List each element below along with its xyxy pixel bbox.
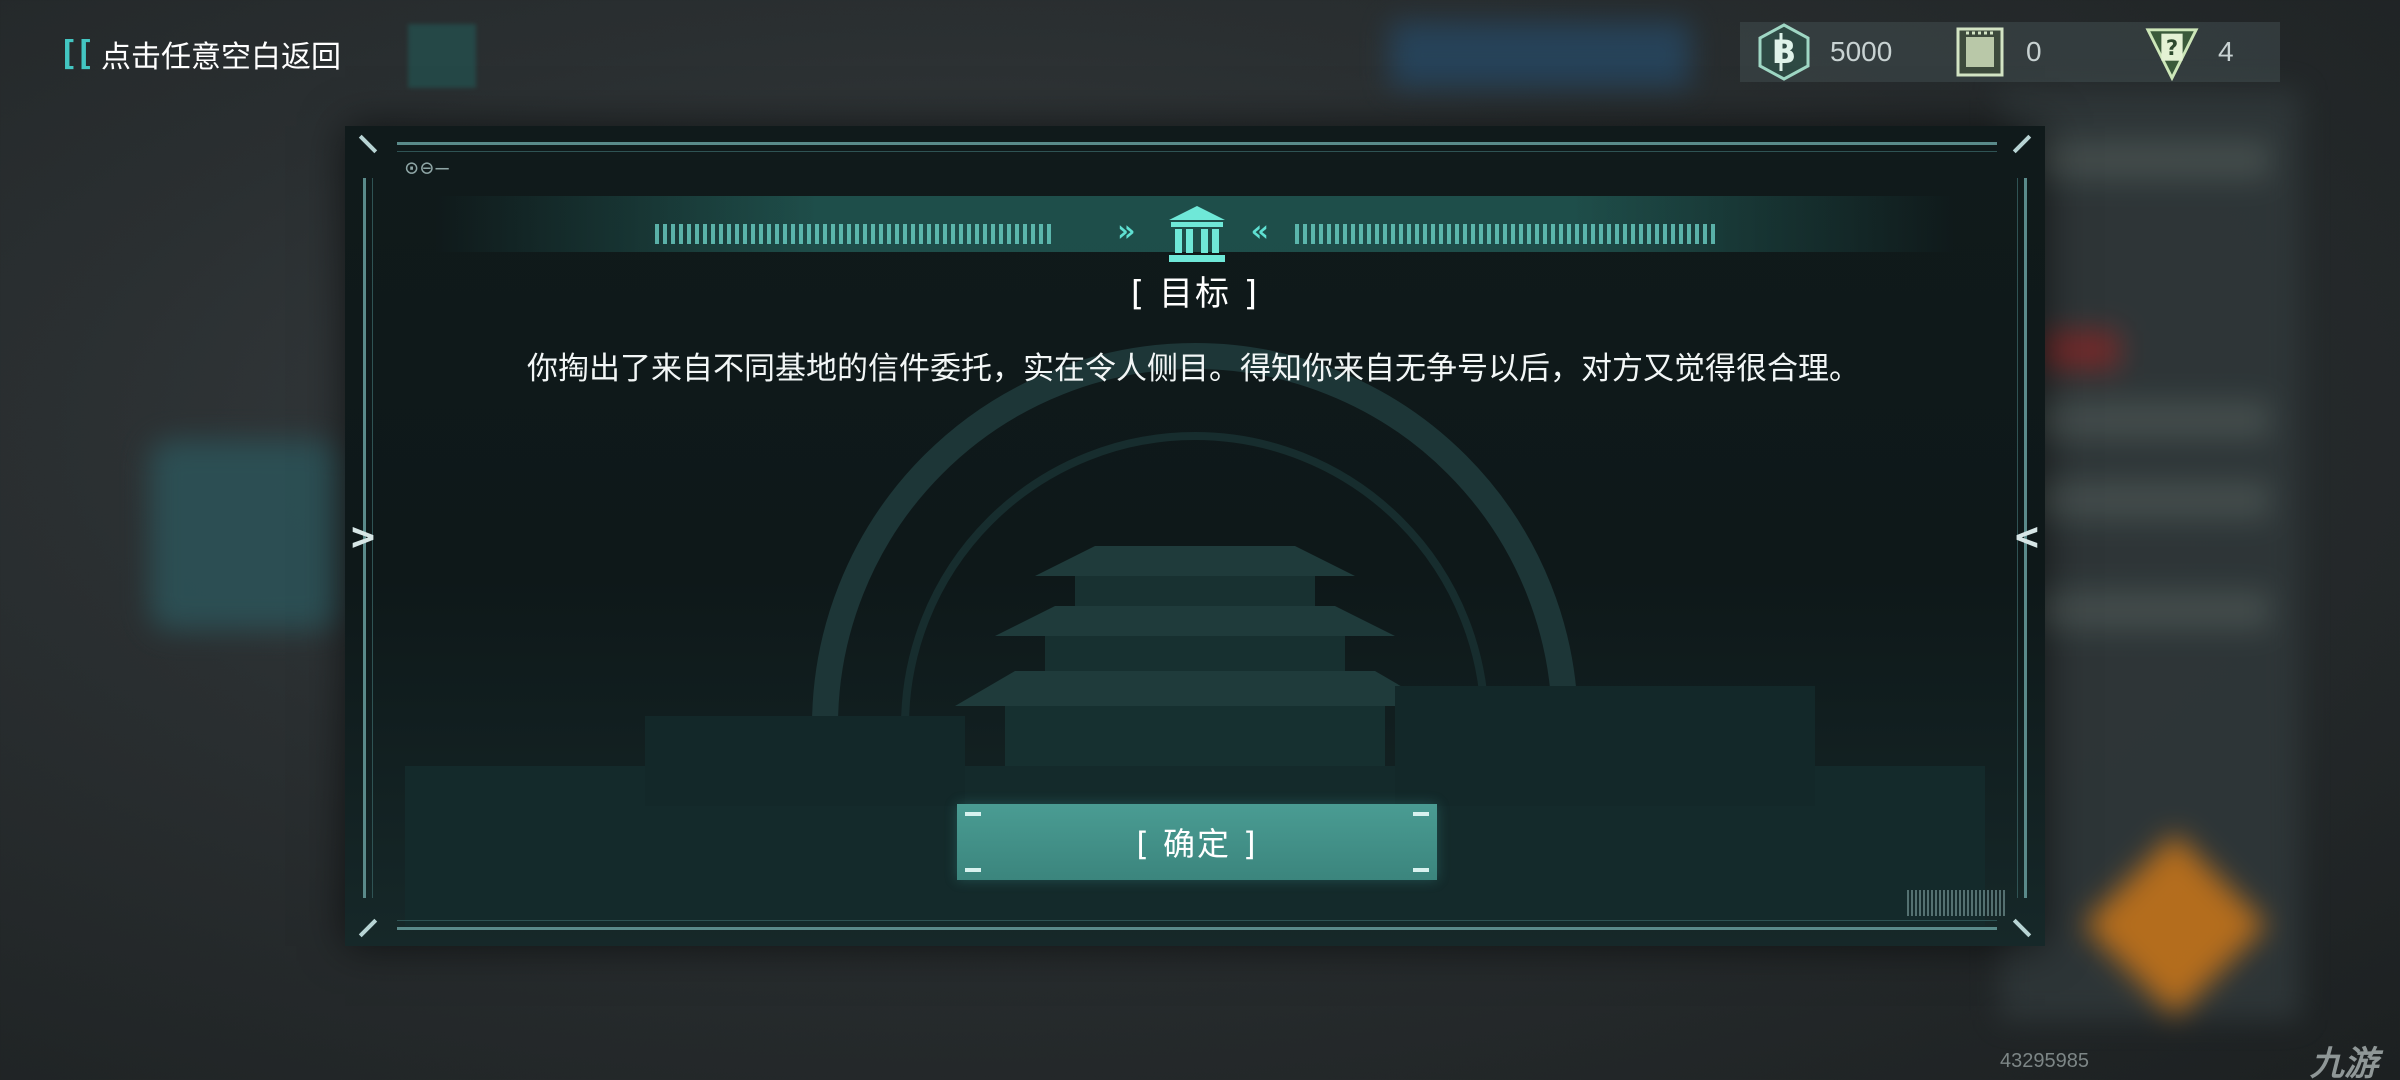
- svg-text:?: ?: [2166, 36, 2178, 61]
- dialog-body: 你掏出了来自不同基地的信件委托，实在令人侧目。得知你来自无争号以后，对方又觉得很…: [527, 351, 1860, 387]
- button-corner-mark: [965, 868, 981, 872]
- currency-cards[interactable]: ? 4: [2144, 22, 2234, 82]
- button-corner-mark: [965, 812, 981, 816]
- header-hatch-right: [1295, 224, 1715, 244]
- question-card-icon: ?: [2144, 24, 2200, 81]
- background-row: [2030, 480, 2270, 520]
- corner-label: ⊙⊖—: [405, 156, 451, 181]
- frame-top: [397, 142, 1997, 152]
- button-corner-mark: [1413, 812, 1429, 816]
- currency-coins[interactable]: B 5000: [1756, 22, 1892, 82]
- double-bracket-icon: [[: [58, 34, 95, 74]
- objective-dialog: > < ⊙⊖— » « [ 目标 ] 你掏出了来自不同基地的信件委托，实在令人侧…: [345, 126, 2045, 946]
- currency-tickets[interactable]: 0: [1952, 22, 2042, 82]
- dialog-title: [ 目标 ]: [1130, 274, 1260, 314]
- background-row: [2030, 400, 2270, 440]
- coin-b-icon: B: [1756, 23, 1812, 81]
- button-corner-mark: [1413, 868, 1429, 872]
- confirm-button[interactable]: [ 确定 ]: [957, 804, 1437, 880]
- frame-bottom: [397, 920, 1997, 930]
- confirm-button-label: [ 确定 ]: [1136, 825, 1258, 863]
- watermark-id: 43295985: [2000, 1050, 2089, 1072]
- top-blurred-square: [408, 24, 476, 88]
- ticket-icon: [1952, 24, 2008, 80]
- header-hatch-left: [655, 224, 1055, 244]
- back-hint[interactable]: [[ 点击任意空白返回: [58, 32, 341, 76]
- background-row: [2030, 590, 2270, 630]
- background-left-tile: [150, 440, 340, 630]
- back-hint-label: 点击任意空白返回: [100, 40, 341, 75]
- site-logo: 九游: [2310, 1044, 2378, 1080]
- card-value: 4: [2218, 36, 2234, 67]
- chevron-left-icon: <: [2014, 514, 2039, 560]
- background-row: [2030, 140, 2270, 180]
- double-chevron-left-icon: «: [1251, 214, 1270, 249]
- bank-building-icon: [1165, 202, 1229, 266]
- barcode-decoration: [1907, 890, 2007, 916]
- ticket-value: 0: [2026, 36, 2042, 67]
- double-chevron-right-icon: »: [1117, 214, 1136, 249]
- background-blurred-button: [1390, 22, 1690, 88]
- svg-text:B: B: [1772, 33, 1796, 71]
- coin-value: 5000: [1830, 36, 1893, 67]
- background-red-tag: [2040, 330, 2120, 370]
- chevron-right-icon: >: [351, 514, 376, 560]
